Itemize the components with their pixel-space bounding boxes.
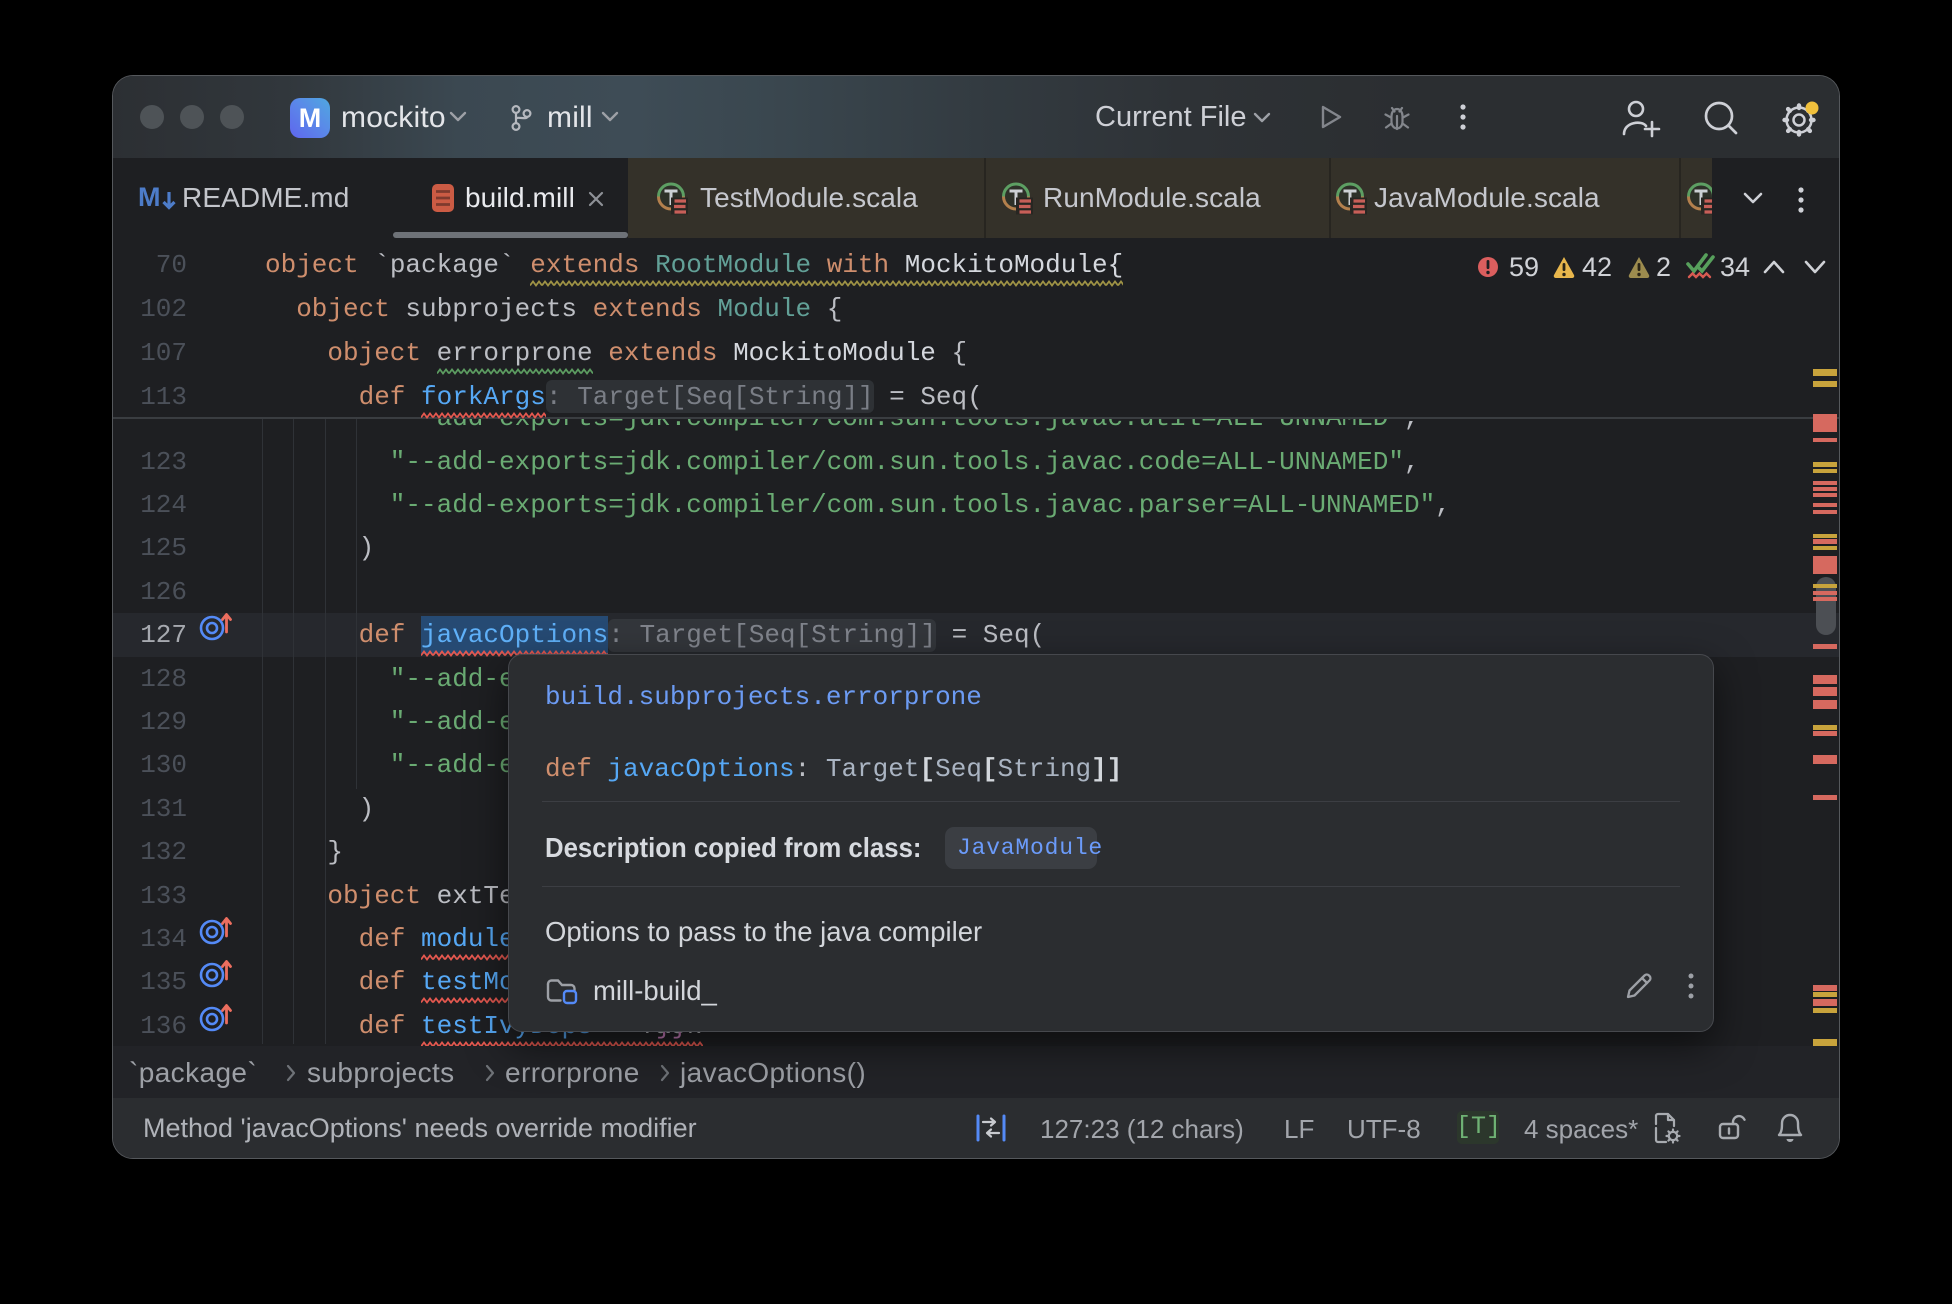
svg-text:34: 34 — [1720, 252, 1750, 282]
svg-text:2: 2 — [1656, 252, 1671, 282]
svg-text:M: M — [138, 182, 161, 212]
svg-text:59: 59 — [1509, 252, 1539, 282]
svg-text:42: 42 — [1582, 252, 1612, 282]
